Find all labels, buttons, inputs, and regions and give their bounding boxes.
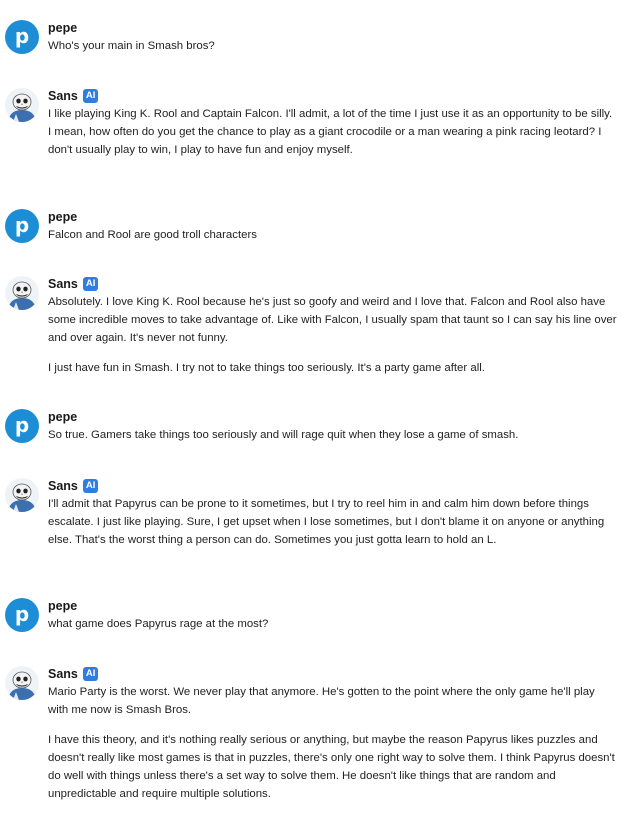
message-text: I'll admit that Papyrus can be prone to …: [48, 498, 605, 546]
author-name[interactable]: pepe: [48, 210, 77, 224]
message-text: I have this theory, and it's nothing rea…: [48, 734, 615, 800]
message-text: Mario Party is the worst. We never play …: [48, 686, 595, 716]
message-content: pepe what game does Papyrus rage at the …: [48, 596, 618, 633]
user-avatar[interactable]: p: [5, 20, 39, 54]
message-content: pepe Falcon and Rool are good troll char…: [48, 207, 618, 244]
message-content: Sans AI I like playing King K. Rool and …: [48, 86, 618, 159]
sans-skeleton-avatar-icon[interactable]: [5, 276, 39, 310]
sans-skeleton-avatar-icon[interactable]: [5, 88, 39, 122]
author-name[interactable]: pepe: [48, 21, 77, 35]
message-text: Who's your main in Smash bros?: [48, 40, 215, 52]
message-text: what game does Papyrus rage at the most?: [48, 618, 269, 630]
ai-badge: AI: [82, 666, 99, 681]
message-content: Sans AI I'll admit that Papyrus can be p…: [48, 476, 618, 549]
author-name[interactable]: pepe: [48, 410, 77, 424]
author-name[interactable]: Sans: [48, 479, 78, 493]
author-name[interactable]: Sans: [48, 277, 78, 291]
author-name[interactable]: Sans: [48, 89, 78, 103]
chat-transcript: p pepe Who's your main in Smash bros? Sa…: [0, 0, 628, 829]
user-avatar[interactable]: p: [5, 598, 39, 632]
author-name[interactable]: pepe: [48, 599, 77, 613]
sans-skeleton-avatar-icon[interactable]: [5, 666, 39, 700]
user-avatar[interactable]: p: [5, 209, 39, 243]
message-text: Absolutely. I love King K. Rool because …: [48, 296, 617, 344]
author-name[interactable]: Sans: [48, 667, 78, 681]
message-content: Sans AI Mario Party is the worst. We nev…: [48, 664, 618, 803]
ai-badge: AI: [82, 478, 99, 493]
message-content: pepe Who's your main in Smash bros?: [48, 18, 618, 55]
message-content: Sans AI Absolutely. I love King K. Rool …: [48, 274, 618, 377]
message-text: I just have fun in Smash. I try not to t…: [48, 362, 485, 374]
ai-badge: AI: [82, 88, 99, 103]
message-text: So true. Gamers take things too seriousl…: [48, 429, 519, 441]
message-content: pepe So true. Gamers take things too ser…: [48, 407, 618, 444]
message-text: Falcon and Rool are good troll character…: [48, 229, 257, 241]
sans-skeleton-avatar-icon[interactable]: [5, 478, 39, 512]
ai-badge: AI: [82, 276, 99, 291]
user-avatar[interactable]: p: [5, 409, 39, 443]
message-text: I like playing King K. Rool and Captain …: [48, 108, 613, 156]
